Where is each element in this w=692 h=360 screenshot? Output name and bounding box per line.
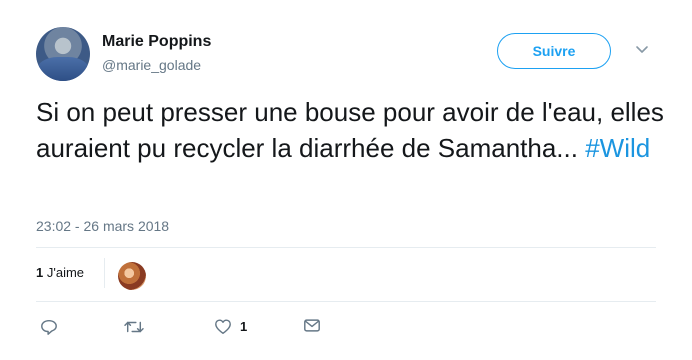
author-handle[interactable]: @marie_golade	[102, 57, 201, 73]
tweet-body: Si on peut presser une bouse pour avoir …	[36, 97, 664, 163]
retweet-icon	[124, 318, 144, 336]
liker-avatar[interactable]	[118, 262, 146, 290]
likes-separator	[104, 258, 105, 288]
divider	[36, 301, 656, 302]
retweet-button[interactable]	[124, 318, 144, 336]
heart-icon	[214, 318, 232, 335]
envelope-icon	[303, 318, 321, 333]
author-name[interactable]: Marie Poppins	[102, 33, 211, 51]
tweet-timestamp[interactable]: 23:02 - 26 mars 2018	[36, 218, 169, 234]
divider	[36, 247, 656, 248]
like-count: 1	[240, 319, 248, 334]
direct-message-button[interactable]	[303, 318, 321, 333]
tweet-text: Si on peut presser une bouse pour avoir …	[36, 94, 666, 166]
likes-label: J'aime	[46, 265, 85, 280]
follow-button[interactable]: Suivre	[497, 33, 611, 69]
likes-count: 1	[36, 265, 44, 280]
author-avatar[interactable]	[36, 27, 90, 81]
reply-button[interactable]	[40, 318, 58, 336]
hashtag-link[interactable]: #Wild	[585, 133, 650, 163]
chevron-down-icon[interactable]	[634, 41, 650, 57]
reply-icon	[40, 318, 58, 336]
likes-summary[interactable]: 1 J'aime	[36, 265, 84, 280]
like-button[interactable]: 1	[214, 318, 247, 335]
